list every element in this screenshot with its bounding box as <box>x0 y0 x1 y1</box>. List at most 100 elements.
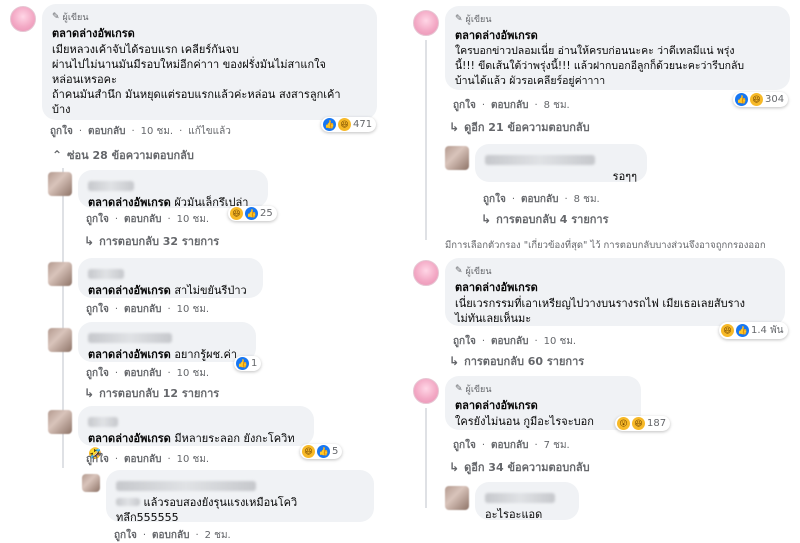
commenter-name[interactable]: ตลาดล่างอัพเกรด <box>455 26 780 44</box>
blurred-name <box>116 481 256 491</box>
like-button[interactable]: ถูกใจ <box>453 98 476 113</box>
blurred-name <box>88 269 124 279</box>
user-avatar[interactable] <box>48 328 72 352</box>
author-avatar[interactable] <box>413 10 439 36</box>
reply-button[interactable]: ตอบกลับ <box>88 124 125 139</box>
reply-button[interactable]: ตอบกลับ <box>152 528 189 543</box>
author-badge: ✎ ผู้เขียน <box>52 12 89 23</box>
thread-line <box>425 408 427 508</box>
reply-button[interactable]: ตอบกลับ <box>124 366 161 381</box>
timestamp[interactable]: 10 ชม. <box>177 366 209 381</box>
reaction-summary[interactable]: 😆 👍 1.4 พัน <box>719 322 788 339</box>
view-replies-link[interactable]: ↳ การตอบกลับ 32 รายการ <box>84 232 219 250</box>
view-replies-link[interactable]: ↳ ดูอีก 34 ข้อความตอบกลับ <box>449 458 590 476</box>
comment-bubble: ✎ ผู้เขียน ตลาดล่างอัพเกรด เนี่ยเวรกรรมที… <box>445 258 785 326</box>
comment-actions: ถูกใจ · ตอบกลับ · 2 ชม. <box>114 528 231 543</box>
comment-actions: ถูกใจ · ตอบกลับ · 8 ชม. <box>453 98 570 113</box>
hide-replies-link[interactable]: ⌃ ซ่อน 28 ข้อความตอบกลับ <box>52 146 194 164</box>
comment-text: อะไรอะแอด <box>485 508 543 521</box>
like-icon: 👍 <box>323 118 336 131</box>
commenter-name[interactable]: ตลาดล่างอัพเกรด <box>52 24 367 42</box>
comment-text: แล้วรอบสองยังรุนแรงเหมือนโควิ ทลึก555555 <box>116 496 298 524</box>
commenter-name[interactable]: ตลาดล่างอัพเกรด <box>455 396 631 414</box>
like-icon: 👍 <box>735 93 748 106</box>
reply-arrow-icon: ↳ <box>84 386 95 400</box>
user-avatar[interactable] <box>82 474 100 492</box>
reaction-summary[interactable]: 😆 👍 25 <box>228 206 277 221</box>
like-button[interactable]: ถูกใจ <box>86 302 109 317</box>
like-button[interactable]: ถูกใจ <box>86 452 109 467</box>
like-button[interactable]: ถูกใจ <box>86 366 109 381</box>
comment-actions: ถูกใจ · ตอบกลับ · 7 ชม. <box>453 438 570 453</box>
timestamp[interactable]: 10 ชม. <box>177 452 209 467</box>
comment-actions: ถูกใจ · ตอบกลับ · 10 ชม. <box>86 366 210 381</box>
comment-actions: ถูกใจ · ตอบกลับ · 8 ชม. <box>483 192 600 207</box>
comment-bubble: ✎ ผู้เขียน ตลาดล่างอัพเกรด เมียหลวงเค้าจั… <box>42 4 377 120</box>
reply-bubble: แล้วรอบสองยังรุนแรงเหมือนโควิ ทลึก555555 <box>106 470 374 524</box>
like-button[interactable]: ถูกใจ <box>483 192 506 207</box>
author-badge: ✎ ผู้เขียน <box>455 384 492 395</box>
like-button[interactable]: ถูกใจ <box>114 528 137 543</box>
haha-icon: 😆 <box>632 417 645 430</box>
like-button[interactable]: ถูกใจ <box>453 334 476 349</box>
user-avatar[interactable] <box>445 146 469 170</box>
reply-button[interactable]: ตอบกลับ <box>491 98 528 113</box>
chevron-up-icon: ⌃ <box>52 148 63 162</box>
pen-icon: ✎ <box>52 12 60 22</box>
reply-arrow-icon: ↳ <box>449 460 460 474</box>
filter-note: มีการเลือกตัวกรอง "เกี่ยวข้องที่สุด" ไว้… <box>445 240 766 251</box>
comment-text: ใครยังไม่นอน กูมีอะไรจะบอก <box>455 415 594 428</box>
comment-bubble: ✎ ผู้เขียน ตลาดล่างอัพเกรด ใครบอกข่าวปลอม… <box>445 6 790 90</box>
comment-text: ใครบอกข่าวปลอมเนี่ย อ่านให้ครบก่อนนะคะ ว… <box>455 45 745 87</box>
reply-bubble: อะไรอะแอด <box>475 482 579 521</box>
reply-bubble: ตลาดล่างอัพเกรด อยากรู้ผช.ค่า <box>78 322 256 362</box>
timestamp[interactable]: 8 ชม. <box>574 192 600 207</box>
thread-line <box>425 40 427 240</box>
user-avatar[interactable] <box>48 262 72 286</box>
reaction-summary[interactable]: 😆 👍 5 <box>300 444 343 459</box>
author-avatar[interactable] <box>10 6 36 32</box>
haha-icon: 😆 <box>302 445 315 458</box>
blurred-name <box>485 155 595 165</box>
like-button[interactable]: ถูกใจ <box>50 124 73 139</box>
blurred-name <box>88 417 118 427</box>
pen-icon: ✎ <box>455 266 463 276</box>
reply-button[interactable]: ตอบกลับ <box>124 302 161 317</box>
comment-actions: ถูกใจ · ตอบกลับ · 10 ชม. <box>86 212 210 227</box>
user-avatar[interactable] <box>48 172 72 196</box>
like-button[interactable]: ถูกใจ <box>453 438 476 453</box>
timestamp[interactable]: 2 ชม. <box>205 528 231 543</box>
like-icon: 👍 <box>245 207 258 220</box>
reaction-summary[interactable]: 👍 😆 304 <box>733 92 789 107</box>
like-button[interactable]: ถูกใจ <box>86 212 109 227</box>
author-badge: ✎ ผู้เขียน <box>455 14 492 25</box>
reply-button[interactable]: ตอบกลับ <box>124 212 161 227</box>
view-replies-link[interactable]: ↳ ดูอีก 21 ข้อความตอบกลับ <box>449 118 590 136</box>
timestamp[interactable]: 10 ชม. <box>141 124 173 139</box>
author-avatar[interactable] <box>413 378 439 404</box>
reply-button[interactable]: ตอบกลับ <box>124 452 161 467</box>
timestamp[interactable]: 8 ชม. <box>544 98 570 113</box>
user-avatar[interactable] <box>445 486 469 510</box>
reply-button[interactable]: ตอบกลับ <box>521 192 558 207</box>
view-replies-link[interactable]: ↳ การตอบกลับ 60 รายการ <box>449 352 584 370</box>
view-replies-link[interactable]: ↳ การตอบกลับ 12 รายการ <box>84 384 219 402</box>
user-avatar[interactable] <box>48 410 72 434</box>
reply-arrow-icon: ↳ <box>84 234 95 248</box>
reply-button[interactable]: ตอบกลับ <box>491 334 528 349</box>
blurred-name <box>88 333 172 343</box>
view-replies-link[interactable]: ↳ การตอบกลับ 4 รายการ <box>481 210 609 228</box>
comment-actions: ถูกใจ · ตอบกลับ · 10 ชม. <box>86 302 210 317</box>
author-avatar[interactable] <box>413 260 439 286</box>
commenter-name[interactable]: ตลาดล่างอัพเกรด <box>455 278 775 296</box>
timestamp[interactable]: 10 ชม. <box>177 302 209 317</box>
haha-icon: 😆 <box>338 118 351 131</box>
reaction-summary[interactable]: 👍 1 <box>234 356 262 371</box>
reaction-summary[interactable]: 😮 😆 187 <box>615 416 671 431</box>
reaction-summary[interactable]: 👍 😆 471 <box>321 117 377 132</box>
timestamp[interactable]: 7 ชม. <box>544 438 570 453</box>
timestamp[interactable]: 10 ชม. <box>177 212 209 227</box>
comment-text: เมียหลวงเค้าจับได้รอบแรก เคลียร์กันจบ ผ่… <box>52 43 341 116</box>
reply-button[interactable]: ตอบกลับ <box>491 438 528 453</box>
timestamp[interactable]: 10 ชม. <box>544 334 576 349</box>
